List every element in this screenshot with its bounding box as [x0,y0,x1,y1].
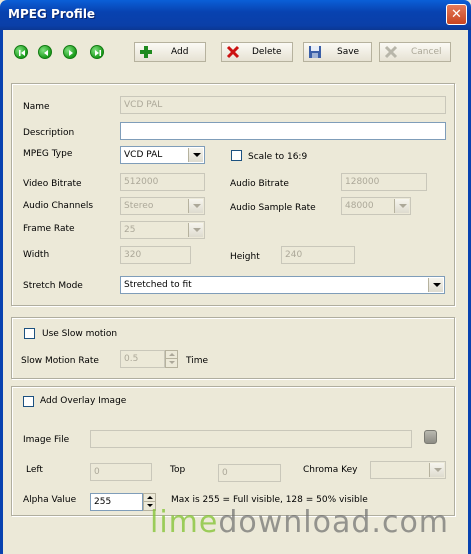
cancel-button[interactable]: Cancel [379,42,451,62]
audio-channels-label: Audio Channels [23,201,94,211]
audio-sample-rate-value: 48000 [345,201,374,211]
add-button-label: Add [171,47,189,57]
frame-rate-value: 25 [124,225,136,235]
cancel-icon [384,45,398,59]
image-file-label: Image File [23,435,70,445]
left-field[interactable]: 0 [90,463,152,481]
save-icon [309,46,321,58]
audio-channels-select[interactable]: Stereo [120,197,205,215]
height-field[interactable]: 240 [281,246,355,264]
mpeg-type-value: VCD PAL [124,150,163,160]
frame-rate-label: Frame Rate [23,224,75,234]
spin-up-icon[interactable] [144,494,155,502]
audio-sample-rate-label: Audio Sample Rate [230,203,316,213]
scale-16-9-label: Scale to 16:9 [248,152,308,162]
height-label: Height [230,252,260,262]
previous-record-button[interactable] [38,45,52,59]
delete-button-label: Delete [252,47,282,57]
width-field[interactable]: 320 [120,246,191,264]
next-record-button[interactable] [63,45,77,59]
stretch-mode-select[interactable]: Stretched to fit [120,276,445,294]
first-icon [19,50,25,56]
alpha-hint-text: Max is 255 = Full visible, 128 = 50% vis… [171,495,368,505]
top-field[interactable]: 0 [218,464,281,482]
window-frame-left [0,30,3,554]
top-label: Top [170,465,186,475]
chevron-down-icon[interactable] [429,463,444,477]
use-slow-motion-label: Use Slow motion [42,329,118,339]
add-overlay-image-label: Add Overlay Image [40,396,127,406]
alpha-value-field[interactable]: 255 [90,493,143,511]
frame-rate-select[interactable]: 25 [120,221,205,239]
image-file-field[interactable] [90,430,412,448]
name-label: Name [23,102,50,112]
add-icon [140,46,152,58]
stretch-mode-value: Stretched to fit [124,280,192,290]
description-label: Description [23,128,75,138]
chevron-down-icon[interactable] [188,223,203,237]
chevron-down-icon[interactable] [188,199,203,213]
chroma-key-select[interactable] [370,461,446,479]
slow-motion-rate-field[interactable]: 0.5 [120,350,165,368]
save-button-label: Save [337,47,360,57]
save-button[interactable]: Save [303,42,372,62]
left-label: Left [26,465,43,475]
alpha-value-label: Alpha Value [23,495,77,505]
audio-channels-value: Stereo [124,201,154,211]
use-slow-motion-checkbox[interactable] [24,328,35,339]
watermark-part2: download.com [218,505,450,540]
chevron-down-icon[interactable] [188,148,203,162]
cancel-button-label: Cancel [411,47,442,57]
spin-up-icon[interactable] [166,351,177,359]
window-title: MPEG Profile [8,7,96,21]
close-button[interactable]: ✕ [446,4,467,25]
first-record-button[interactable] [14,45,28,59]
profile-settings-group [11,83,455,306]
stretch-mode-label: Stretch Mode [23,281,83,291]
video-bitrate-field[interactable]: 512000 [120,173,205,191]
add-overlay-image-checkbox[interactable] [23,396,34,407]
watermark-part1: lime [150,505,219,540]
mpeg-type-select[interactable]: VCD PAL [120,146,205,164]
mpeg-type-label: MPEG Type [23,149,73,159]
chevron-down-icon[interactable] [428,278,443,292]
name-field[interactable]: VCD PAL [120,96,446,114]
audio-bitrate-label: Audio Bitrate [230,179,289,189]
watermark: limedownload.com [150,505,449,540]
chroma-key-label: Chroma Key [303,465,358,475]
description-field[interactable] [120,122,446,140]
next-icon [69,50,73,56]
spin-down-icon[interactable] [166,359,177,367]
delete-icon [226,45,240,59]
prev-icon [44,50,48,56]
audio-bitrate-field[interactable]: 128000 [341,173,427,191]
width-label: Width [23,250,50,260]
last-record-button[interactable] [90,45,104,59]
slow-motion-group [11,317,455,379]
slow-motion-rate-spinner[interactable] [165,350,178,368]
slow-motion-rate-label: Slow Motion Rate [21,356,99,366]
scale-16-9-checkbox[interactable] [231,150,242,161]
browse-button[interactable] [424,430,437,444]
delete-button[interactable]: Delete [221,42,293,62]
last-icon [95,50,101,56]
add-button[interactable]: Add [134,42,206,62]
title-bar: MPEG Profile ✕ [0,0,471,30]
slow-motion-unit-label: Time [186,356,209,366]
video-bitrate-label: Video Bitrate [23,179,82,189]
chevron-down-icon[interactable] [394,199,409,213]
audio-sample-rate-select[interactable]: 48000 [341,197,411,215]
